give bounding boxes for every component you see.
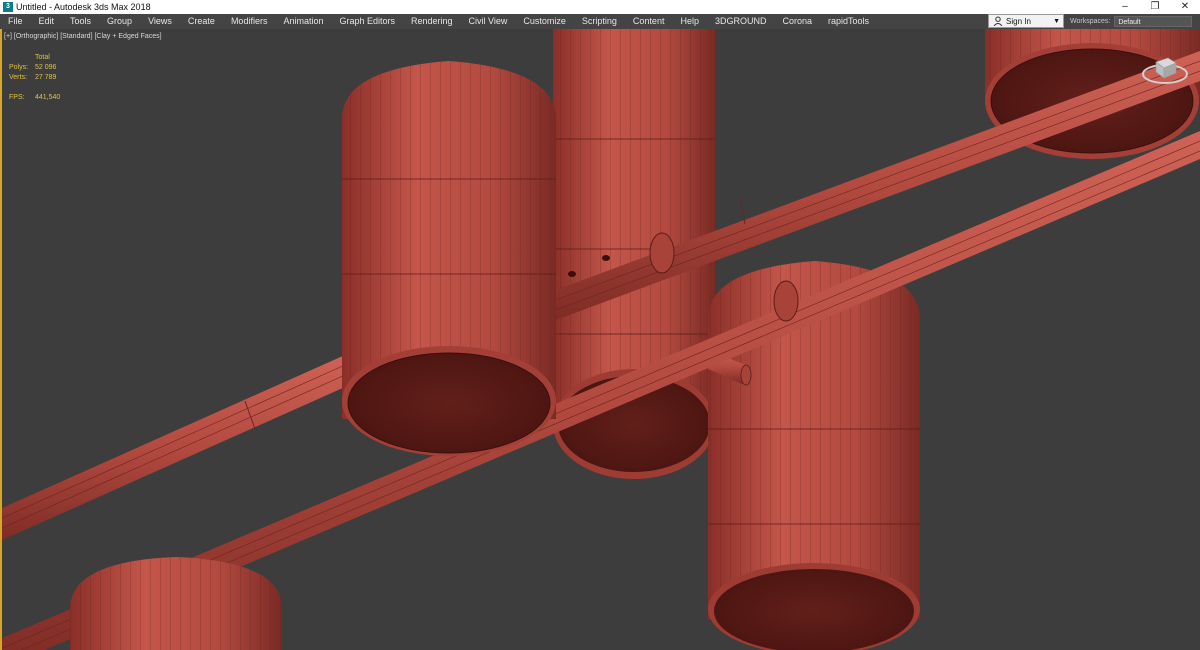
sign-in-label: Sign In bbox=[1006, 16, 1031, 26]
menu-file[interactable]: File bbox=[0, 14, 31, 29]
menu-scripting[interactable]: Scripting bbox=[574, 14, 625, 29]
menu-3dground[interactable]: 3DGROUND bbox=[707, 14, 775, 29]
sign-in-dropdown[interactable]: Sign In ▼ bbox=[988, 14, 1064, 28]
menu-group[interactable]: Group bbox=[99, 14, 140, 29]
fps-label: FPS: bbox=[9, 94, 25, 101]
scene-render bbox=[0, 29, 1200, 650]
menu-help[interactable]: Help bbox=[672, 14, 707, 29]
menu-views[interactable]: Views bbox=[140, 14, 180, 29]
menu-customize[interactable]: Customize bbox=[515, 14, 574, 29]
workspaces-selector: Workspaces: Default bbox=[1070, 14, 1193, 29]
menu-animation[interactable]: Animation bbox=[275, 14, 331, 29]
polys-label: Polys: bbox=[9, 64, 29, 71]
viewcube-icon[interactable] bbox=[1140, 48, 1190, 92]
menu-modifiers[interactable]: Modifiers bbox=[223, 14, 276, 29]
orthographic-viewport[interactable] bbox=[0, 29, 1200, 650]
minimize-button[interactable]: – bbox=[1110, 0, 1140, 14]
workspaces-dropdown[interactable]: Default bbox=[1114, 16, 1193, 27]
menu-tools[interactable]: Tools bbox=[62, 14, 99, 29]
stats-header: Total bbox=[35, 54, 50, 61]
menu-rendering[interactable]: Rendering bbox=[403, 14, 461, 29]
statistics-overlay: Total Polys: 52 096 Verts: 27 789 FPS: 441,… bbox=[9, 53, 60, 103]
close-button[interactable]: ✕ bbox=[1170, 0, 1200, 14]
cylinder-front-left bbox=[342, 61, 556, 456]
user-icon bbox=[993, 16, 1003, 26]
workspaces-label: Workspaces: bbox=[1070, 18, 1111, 25]
menu-create[interactable]: Create bbox=[180, 14, 223, 29]
title-bar: 3 Untitled - Autodesk 3ds Max 2018 – ❐ ✕ bbox=[0, 0, 1200, 14]
chevron-down-icon: ▼ bbox=[1053, 17, 1060, 25]
polys-value: 52 096 bbox=[35, 64, 57, 71]
restore-button[interactable]: ❐ bbox=[1140, 0, 1170, 14]
menu-rapidtools[interactable]: rapidTools bbox=[820, 14, 877, 29]
menu-civil-view[interactable]: Civil View bbox=[461, 14, 516, 29]
3ds-max-icon: 3 bbox=[3, 2, 13, 12]
menu-content[interactable]: Content bbox=[625, 14, 673, 29]
menu-graph-editors[interactable]: Graph Editors bbox=[331, 14, 403, 29]
verts-value: 27 789 bbox=[35, 74, 57, 81]
viewport-label[interactable]: [+] [Orthographic] [Standard] [Clay + Ed… bbox=[4, 33, 162, 40]
menu-edit[interactable]: Edit bbox=[31, 14, 63, 29]
fps-value: 441,540 bbox=[35, 94, 61, 101]
menu-corona[interactable]: Corona bbox=[774, 14, 820, 29]
cylinder-bottom-left bbox=[70, 557, 282, 650]
verts-label: Verts: bbox=[9, 74, 27, 81]
pipe-left bbox=[0, 355, 346, 541]
window-title: Untitled - Autodesk 3ds Max 2018 bbox=[16, 2, 151, 12]
